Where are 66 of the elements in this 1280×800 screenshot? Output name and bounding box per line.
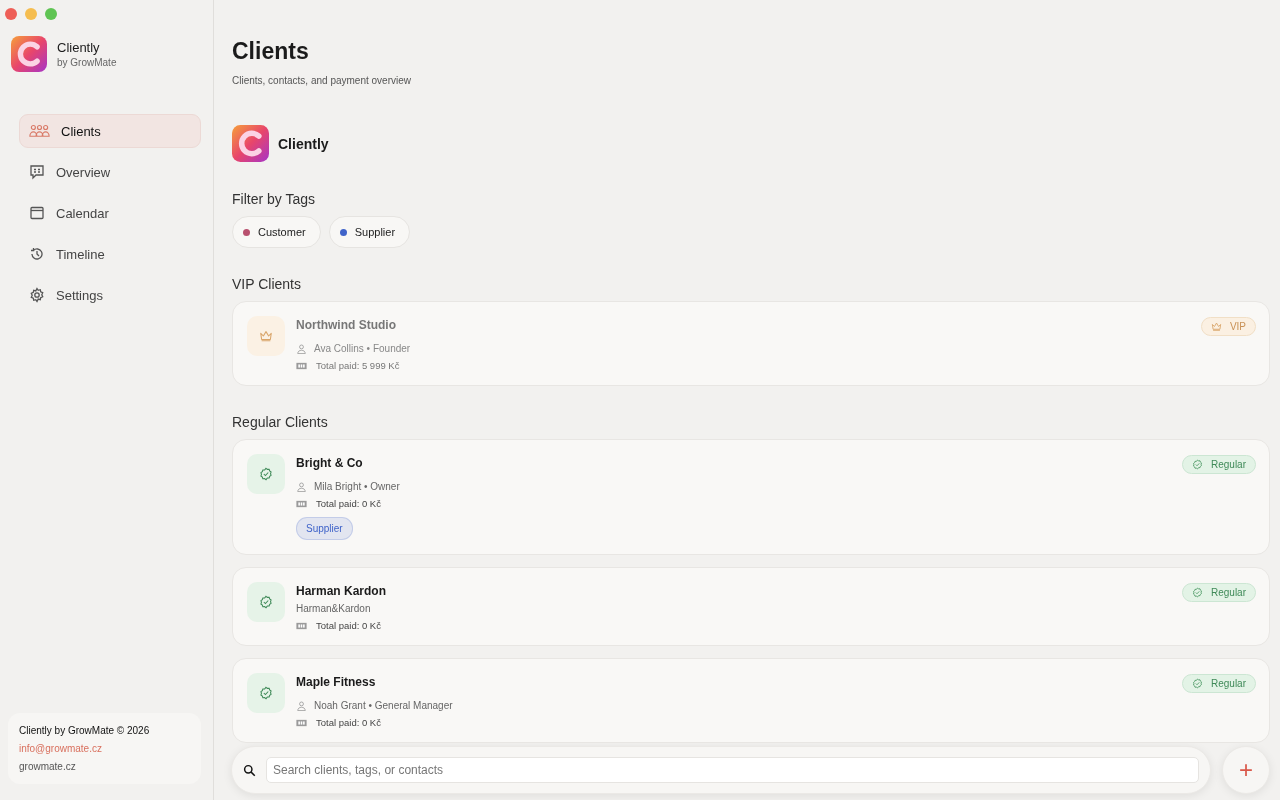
client-card[interactable]: Harman Kardon Harman&Kardon Total paid: 0 Kč Regular [232, 567, 1270, 646]
search-field[interactable]: Search clients, tags, or contacts [266, 757, 1199, 783]
page-subtitle: Clients, contacts, and payment overview [232, 75, 412, 86]
client-name: Maple Fitness [296, 675, 377, 689]
sidebar-item[interactable]: Overview [19, 155, 201, 189]
app-logo-icon [11, 36, 47, 72]
verified-badge-icon [1191, 678, 1203, 689]
client-name: Northwind Studio [296, 318, 397, 332]
sidebar-item[interactable]: Settings [19, 278, 201, 312]
total-paid-text: Total paid: 0 Kč [316, 717, 381, 728]
client-name: Harman Kardon [296, 584, 387, 598]
person-icon [296, 700, 307, 711]
website-link[interactable]: growmate.cz [19, 761, 190, 772]
sidebar-item[interactable]: Clients [19, 114, 201, 148]
verified-badge-icon [1191, 459, 1203, 470]
verified-badge-icon [259, 467, 273, 481]
app-logo-icon [232, 124, 269, 163]
tag-filter-chip[interactable]: Supplier [328, 216, 411, 248]
section-heading: VIP Clients [232, 276, 302, 292]
history-icon [29, 246, 45, 262]
client-card[interactable]: Northwind Studio Ava Collins • Founder Total paid: 5 999 Kč VIP [232, 301, 1270, 386]
contact-text: Ava Collins • Founder [314, 343, 411, 354]
section-heading: Regular Clients [232, 414, 329, 430]
client-name: Bright & Co [296, 456, 364, 470]
verified-badge-icon [1191, 587, 1203, 598]
total-paid-text: Total paid: 5 999 Kč [316, 360, 400, 371]
crown-icon [1210, 321, 1222, 332]
app-byline: by GrowMate [57, 57, 117, 68]
banknote-icon [296, 717, 307, 728]
people-icon [29, 123, 50, 139]
contact-text: Mila Bright • Owner [314, 481, 400, 492]
contact-text: Noah Grant • General Manager [314, 700, 453, 711]
tier-badge: Regular [1181, 583, 1256, 602]
section-heading: Filter by Tags [232, 191, 316, 207]
tag-filter-chip[interactable]: Customer [232, 216, 321, 248]
client-card[interactable]: Bright & Co Mila Bright • Owner Total paid: 0 Kč Supplier Regular [232, 439, 1270, 555]
tag-label: Supplier [296, 517, 353, 540]
zoom-button[interactable] [45, 8, 57, 20]
settings-icon [29, 287, 45, 303]
total-paid-text: Total paid: 0 Kč [316, 620, 381, 631]
crown-icon [259, 329, 273, 343]
person-icon [296, 481, 307, 492]
app-name: Cliently [57, 40, 101, 55]
minimize-button[interactable] [25, 8, 37, 20]
tier-badge: Regular [1181, 455, 1256, 474]
search-icon [243, 763, 256, 777]
copyright-text: Cliently by GrowMate © 2026 [19, 725, 151, 736]
tier-badge: Regular [1181, 674, 1256, 693]
banknote-icon [296, 360, 307, 371]
person-icon [296, 343, 307, 354]
brand-name: Cliently [278, 135, 329, 152]
company-note: Harman&Kardon [296, 603, 372, 614]
tier-badge: VIP [1200, 317, 1256, 336]
close-button[interactable] [5, 8, 17, 20]
sidebar-item[interactable]: Calendar [19, 196, 201, 230]
total-paid-text: Total paid: 0 Kč [316, 498, 381, 509]
verified-badge-icon [259, 595, 273, 609]
banknote-icon [296, 498, 307, 509]
verified-badge-icon [259, 686, 273, 700]
client-card[interactable]: Maple Fitness Noah Grant • General Manager Total paid: 0 Kč Regular [232, 658, 1270, 743]
chat-icon [29, 164, 45, 180]
calendar-icon [29, 205, 45, 221]
banknote-icon [296, 620, 307, 631]
add-client-button[interactable]: + [1222, 746, 1270, 794]
page-title: Clients [232, 38, 310, 65]
sidebar-item[interactable]: Timeline [19, 237, 201, 271]
